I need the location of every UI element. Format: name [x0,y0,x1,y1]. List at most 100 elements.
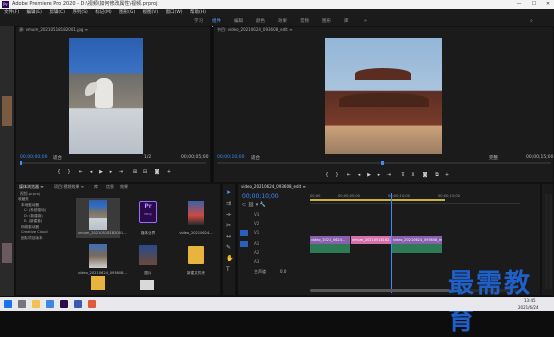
selection-tool-icon[interactable]: ➤ [226,189,231,196]
audio-clip[interactable] [392,244,442,253]
bin-item[interactable]: video_20210624_093608... [76,241,127,281]
timeline-clip[interactable]: video_2021_0624... [310,236,350,244]
workspace-tab[interactable]: 学习 [194,17,203,26]
add-button-icon[interactable]: + [444,172,450,178]
track-label-a3[interactable]: A3 [254,259,259,264]
tab-info[interactable]: 信息 [106,184,114,190]
overwrite-icon[interactable]: ⊟ [142,169,148,175]
settings-icon[interactable]: 🔧 [260,202,266,208]
menu-marker[interactable]: 标记(M) [95,10,111,15]
menu-sequence[interactable]: 序列(S) [72,10,87,15]
track-label-a1[interactable]: A1 [254,241,259,246]
app-taskbar-icon[interactable] [74,300,82,308]
master-volume-value[interactable]: 0.0 [280,269,286,274]
workspace-tab[interactable]: 音频 [300,17,309,26]
mark-out-icon[interactable]: } [66,169,72,175]
ripple-edit-tool-icon[interactable]: ⟛ [226,211,231,219]
menu-help[interactable]: 帮助(H) [190,10,206,15]
menu-file[interactable]: 文件(F) [4,10,19,15]
workspace-tab[interactable]: 编辑 [234,17,243,26]
tab-media-browser[interactable]: 媒体浏览器 ≡ [19,184,44,190]
pen-tool-icon[interactable]: ✎ [226,244,231,251]
menu-edit[interactable]: 编辑(E) [27,10,42,15]
workspace-tab[interactable]: 效果 [278,17,287,26]
play-icon[interactable]: ▶ [98,169,104,175]
track-select-tool-icon[interactable]: ⇉ [226,200,231,207]
add-marker-icon[interactable]: ▾ [256,202,259,208]
type-tool-icon[interactable]: T [226,266,230,273]
timeline-scroll-thumb[interactable] [310,289,450,292]
source-fit-select[interactable]: 适合 [53,155,62,161]
clock-date[interactable]: 2021/6/24 [518,304,539,311]
workspace-tab[interactable]: 图形 [322,17,331,26]
bin-item-selected[interactable]: vmum_20210518182001... [76,198,127,238]
timeline-timecode[interactable]: 00;00;10;00 [242,193,279,200]
mark-out-icon[interactable]: } [334,172,340,178]
timeline-clip[interactable]: video_20210624_093608_edit [392,236,442,244]
bin-item[interactable]: Pr PROJ 媒体业界 [126,198,170,238]
export-frame-icon[interactable]: ◙ [154,169,160,175]
compare-icon[interactable]: ⧉ [434,172,440,178]
track-label-v1[interactable]: V1 [254,230,259,235]
go-to-in-icon[interactable]: ⇤ [346,172,352,178]
step-back-icon[interactable]: ◂ [356,172,362,178]
menu-graphics[interactable]: 图形(G) [119,10,135,15]
audio-clip[interactable] [310,244,350,253]
source-scrubber[interactable] [20,161,206,165]
v1-source-patch[interactable] [240,230,248,236]
tab-project[interactable]: 项目:视频效果 ≡ [54,184,84,190]
a1-source-patch[interactable] [240,241,248,247]
timeline-clip[interactable]: vmum_20210518182... [351,236,391,244]
folder-icon[interactable] [91,276,105,290]
program-timecode-current[interactable]: 00;00;10;00 [217,155,244,160]
hand-tool-icon[interactable]: ✋ [226,255,233,262]
file-icon[interactable] [140,280,154,290]
snap-icon[interactable]: ⊂ [242,202,246,208]
source-resolution-select[interactable]: 1/2 [144,155,151,160]
tab-libraries[interactable]: 库 [94,184,98,190]
time-ruler[interactable]: 00;00 00;00;05;00 00;00;10;00 00;00;15;0… [310,193,520,204]
program-playhead[interactable] [381,161,384,165]
workspace-tab[interactable]: 颜色 [256,17,265,26]
windows-start-icon[interactable] [4,300,12,308]
source-monitor-tab[interactable]: 源: vmum_20210518182001.jpg ≡ [19,27,88,33]
menu-view[interactable]: 视图(V) [143,10,159,15]
step-back-icon[interactable]: ◂ [88,169,94,175]
export-frame-icon[interactable]: ◙ [422,172,428,178]
file-explorer-icon[interactable] [32,300,40,308]
track-label-v2[interactable]: V2 [254,221,259,226]
tab-effects[interactable]: 效果 [120,184,128,190]
add-button-icon[interactable]: + [166,169,172,175]
bin-item[interactable]: video_20210624... [174,198,218,238]
bin-item[interactable]: 新建文件夹 [174,241,218,281]
menu-window[interactable]: 窗口(W) [166,10,183,15]
tree-item[interactable]: 团队项目版本 [18,236,73,242]
play-icon[interactable]: ▶ [366,172,372,178]
step-forward-icon[interactable]: ▸ [108,169,114,175]
lift-icon[interactable]: ⊼ [400,172,406,178]
search-icon[interactable]: ⌕ [530,17,533,26]
step-forward-icon[interactable]: ▸ [376,172,382,178]
extract-icon[interactable]: ⊻ [410,172,416,178]
insert-icon[interactable]: ⊞ [132,169,138,175]
bin-item[interactable]: 图片 [126,241,170,281]
program-fit-select[interactable]: 适合 [251,155,260,161]
program-monitor-tab[interactable]: 节目: video_20210624_093608_edit ≡ [217,27,292,33]
premiere-taskbar-icon[interactable] [60,300,68,308]
slip-tool-icon[interactable]: ↔ [226,233,231,240]
mark-in-icon[interactable]: { [324,172,330,178]
clock-time[interactable]: 13:45 [524,297,536,304]
close-button[interactable]: ✕ [541,0,554,9]
menu-clip[interactable]: 剪辑(C) [49,10,65,15]
program-scrubber[interactable] [217,161,551,165]
source-playhead[interactable] [20,161,22,165]
search-icon[interactable] [18,300,26,308]
razor-tool-icon[interactable]: ✂ [226,222,231,229]
go-to-in-icon[interactable]: ⇤ [78,169,84,175]
mark-in-icon[interactable]: { [56,169,62,175]
go-to-out-icon[interactable]: ⇥ [386,172,392,178]
app-taskbar-icon[interactable] [88,300,96,308]
workspace-tab[interactable]: 库 [344,17,349,26]
go-to-out-icon[interactable]: ⇥ [118,169,124,175]
program-resolution-select[interactable]: 完整 [489,155,498,161]
